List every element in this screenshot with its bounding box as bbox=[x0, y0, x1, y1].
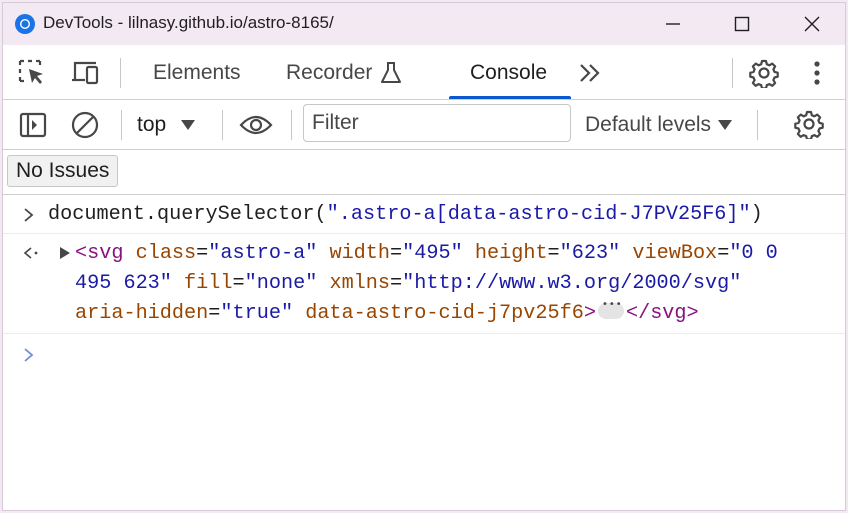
chevron-double-right-icon bbox=[580, 64, 600, 82]
triangle-down-icon bbox=[181, 120, 196, 130]
tag-close-bracket: > bbox=[583, 302, 596, 325]
more-options-button[interactable] bbox=[805, 57, 829, 89]
maximize-icon bbox=[734, 16, 750, 32]
code-arg: ".astro-a[data-astro-cid-J7PV25F6]" bbox=[326, 203, 751, 226]
console-settings-button[interactable] bbox=[793, 108, 825, 140]
clear-console-button[interactable] bbox=[69, 109, 101, 141]
result-line-1[interactable]: <svg class="astro-a" width="495" height=… bbox=[75, 242, 778, 265]
sidebar-icon bbox=[19, 112, 47, 138]
issues-bar: No Issues bbox=[3, 150, 845, 195]
toolbar-divider bbox=[291, 110, 292, 140]
devtools-window: DevTools - lilnasy.github.io/astro-8165/ bbox=[2, 2, 846, 511]
attr-value: "0 0 bbox=[729, 242, 778, 265]
attr-name: class bbox=[135, 242, 197, 265]
toolbar-divider bbox=[222, 110, 223, 140]
console-result-entry: <svg class="astro-a" width="495" height=… bbox=[3, 234, 845, 334]
issues-button[interactable]: No Issues bbox=[7, 155, 119, 187]
attr-name: aria-hidden bbox=[75, 302, 209, 325]
block-icon bbox=[71, 111, 99, 139]
attr-value: "495" bbox=[402, 242, 463, 265]
eye-icon bbox=[239, 115, 273, 135]
attr-name: width bbox=[329, 242, 391, 265]
device-toolbar-button[interactable] bbox=[67, 57, 103, 87]
attr-value: "none" bbox=[244, 272, 318, 295]
attr-name: height bbox=[474, 242, 548, 265]
code-prefix: document.querySelector( bbox=[48, 203, 327, 226]
attr-value: "http://www.w3.org/2000/svg" bbox=[402, 272, 742, 295]
live-expression-button[interactable] bbox=[237, 109, 275, 141]
inspect-element-button[interactable] bbox=[15, 57, 49, 87]
console-output: document.querySelector(".astro-a[data-as… bbox=[3, 196, 845, 510]
result-line-2[interactable]: 495 623" fill="none" xmlns="http://www.w… bbox=[75, 272, 741, 295]
attr-value: "astro-a" bbox=[208, 242, 318, 265]
svg-close-tag: </svg> bbox=[625, 302, 699, 325]
context-label: top bbox=[137, 113, 167, 136]
chrome-icon bbox=[15, 14, 35, 34]
collapsed-content-ellipsis[interactable] bbox=[597, 299, 624, 319]
tab-recorder[interactable]: Recorder bbox=[286, 45, 402, 100]
attr-name: viewBox bbox=[632, 242, 718, 265]
prompt-chevron-icon bbox=[24, 348, 34, 362]
maximize-button[interactable] bbox=[707, 3, 777, 45]
triangle-down-icon bbox=[718, 120, 733, 130]
gear-icon bbox=[749, 59, 779, 88]
tab-recorder-label: Recorder bbox=[286, 60, 373, 84]
sidebar-toggle-button[interactable] bbox=[17, 109, 49, 141]
tab-console[interactable]: Console bbox=[470, 45, 547, 100]
main-toolbar: Elements Recorder Console bbox=[3, 45, 845, 100]
minimize-button[interactable] bbox=[638, 3, 708, 45]
tab-elements-label: Elements bbox=[153, 60, 241, 84]
context-selector[interactable]: top bbox=[137, 100, 196, 150]
console-prompt[interactable] bbox=[3, 336, 845, 370]
log-levels-dropdown[interactable]: Default levels bbox=[585, 100, 733, 150]
title-bar: DevTools - lilnasy.github.io/astro-8165/ bbox=[3, 3, 845, 45]
flask-icon bbox=[381, 61, 402, 83]
tab-console-label: Console bbox=[470, 60, 548, 84]
attr-name: xmlns bbox=[329, 272, 391, 295]
return-arrow-icon bbox=[23, 247, 38, 259]
attr-name: data-astro-cid-j7pv25f6 bbox=[305, 302, 584, 325]
attr-value: 495 623" bbox=[75, 272, 172, 295]
active-tab-indicator bbox=[449, 96, 571, 99]
console-input-code[interactable]: document.querySelector(".astro-a[data-as… bbox=[48, 203, 763, 226]
toolbar-divider bbox=[757, 110, 758, 140]
console-input-entry: document.querySelector(".astro-a[data-as… bbox=[3, 196, 845, 234]
window-title: DevTools - lilnasy.github.io/astro-8165/ bbox=[43, 13, 334, 32]
more-tabs-button[interactable] bbox=[575, 58, 605, 88]
toolbar-divider bbox=[732, 58, 733, 88]
console-toolbar: top Default levels bbox=[3, 100, 845, 150]
attr-value: "623" bbox=[559, 242, 621, 265]
svg-open-tag: <svg bbox=[75, 242, 124, 265]
gear-icon bbox=[794, 110, 824, 139]
toolbar-divider bbox=[120, 58, 121, 88]
device-icon bbox=[72, 61, 99, 85]
kebab-menu-icon bbox=[814, 61, 820, 85]
inspect-icon bbox=[18, 59, 43, 84]
attr-value: "true" bbox=[220, 302, 294, 325]
attr-name: fill bbox=[184, 272, 233, 295]
minimize-icon bbox=[666, 23, 680, 25]
close-button[interactable] bbox=[777, 3, 847, 45]
tab-elements[interactable]: Elements bbox=[153, 45, 241, 100]
filter-input[interactable] bbox=[303, 104, 571, 142]
code-suffix: ) bbox=[750, 203, 763, 226]
expand-triangle-icon[interactable] bbox=[59, 246, 71, 260]
result-line-3[interactable]: aria-hidden="true" data-astro-cid-j7pv25… bbox=[75, 299, 699, 325]
toolbar-divider bbox=[121, 110, 122, 140]
chevron-right-icon bbox=[24, 208, 34, 222]
settings-button[interactable] bbox=[748, 57, 780, 89]
close-icon bbox=[804, 16, 820, 32]
log-levels-label: Default levels bbox=[585, 113, 712, 136]
